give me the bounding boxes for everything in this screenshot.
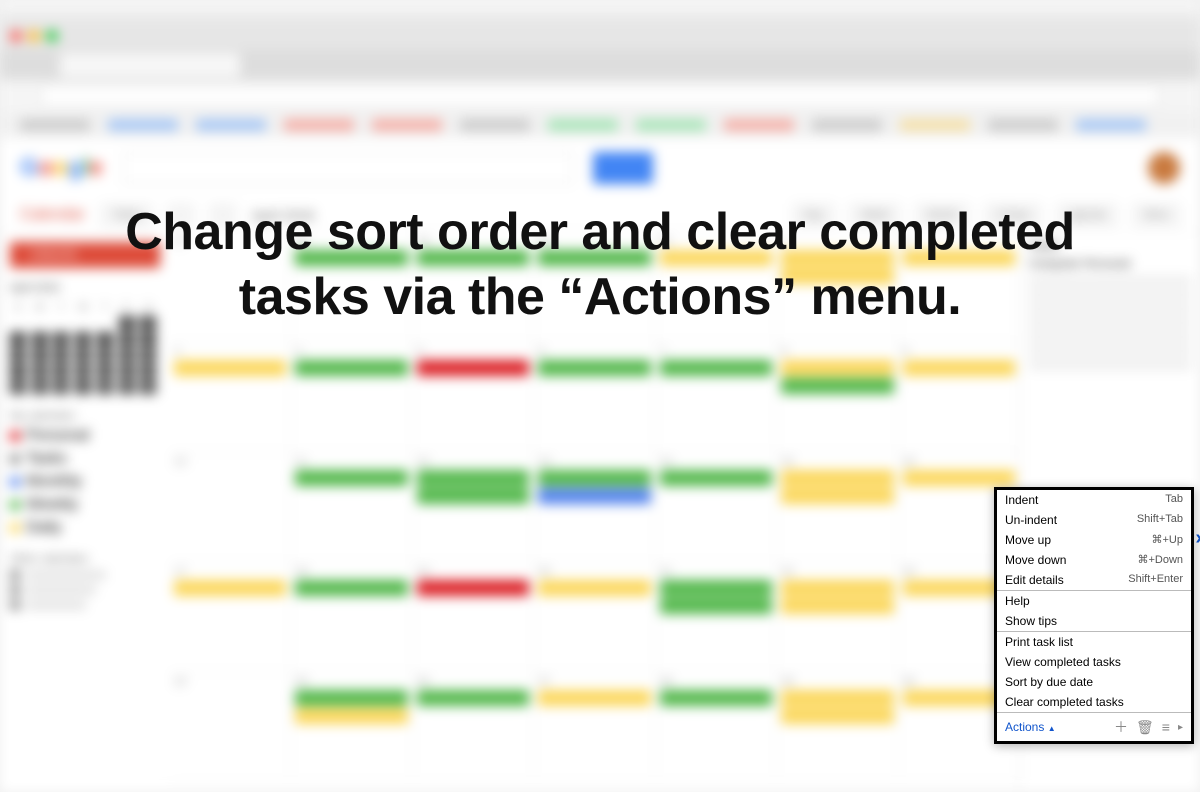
actions-menu-footer: Actions ▲ ＋ 🗑 ≡ ▸ <box>997 712 1191 741</box>
view-week[interactable]: Week <box>850 204 900 226</box>
actions-menu-popup: IndentTabUn-indentShift+TabMove up⌘+UpMo… <box>994 487 1194 744</box>
bookmarks-bar <box>0 112 1200 138</box>
other-calendars-header[interactable]: Other calendars <box>10 553 160 565</box>
view-month[interactable]: Month <box>916 204 969 226</box>
tasks-title: Tasks <box>1029 240 1192 252</box>
my-calendars-header[interactable]: My calendars <box>10 410 160 422</box>
menu-item-help[interactable]: Help <box>997 590 1191 611</box>
browser-tab[interactable] <box>60 53 240 77</box>
os-menubar <box>0 0 1200 22</box>
app-header: Google <box>0 138 1200 198</box>
calendar-item[interactable]: Personal <box>10 427 160 445</box>
tasks-list-name[interactable]: Computer Personal <box>1029 258 1192 270</box>
actions-trigger[interactable]: Actions ▲ <box>1005 720 1056 734</box>
today-button[interactable]: Today <box>101 204 152 226</box>
calendar-item[interactable]: Daily <box>10 519 160 537</box>
create-button[interactable]: CREATE <box>10 242 160 268</box>
browser-tabs <box>0 50 1200 80</box>
menu-item-view-completed-tasks[interactable]: View completed tasks <box>997 652 1191 672</box>
url-bar <box>0 80 1200 112</box>
list-icon[interactable]: ≡ <box>1162 719 1170 735</box>
menu-item-move-up[interactable]: Move up⌘+Up <box>997 530 1191 550</box>
avatar[interactable] <box>1148 152 1180 184</box>
next-slide-icon[interactable]: › <box>1195 527 1200 550</box>
calendar-toolbar: Calendar Today ‹ › April 2016 Day Week M… <box>0 198 1200 232</box>
switch-list-icon[interactable]: ▸ <box>1178 722 1183 733</box>
menu-item-un-indent[interactable]: Un-indentShift+Tab <box>997 510 1191 530</box>
calendar-grid[interactable]: 27 28 29 30 31 1 2 3 4 5 6 7 8 9 10 11 1… <box>170 232 1020 792</box>
search-button[interactable] <box>593 152 653 184</box>
menu-item-sort-by-due-date[interactable]: Sort by due date <box>997 672 1191 692</box>
calendar-item[interactable]: Monthly <box>10 473 160 491</box>
mini-calendar[interactable]: SMTWTFS 12 3456789 10111213141516 171819… <box>10 300 160 394</box>
prev-button[interactable]: ‹ <box>168 204 194 226</box>
add-task-icon[interactable]: ＋ <box>1114 717 1128 737</box>
delete-task-icon[interactable]: 🗑 <box>1136 719 1154 736</box>
more-button[interactable]: More <box>1133 204 1180 226</box>
maximize-icon[interactable] <box>46 30 58 42</box>
close-icon[interactable] <box>10 30 22 42</box>
search-input[interactable] <box>123 152 573 184</box>
menu-item-edit-details[interactable]: Edit detailsShift+Enter <box>997 570 1191 590</box>
next-button[interactable]: › <box>210 204 236 226</box>
menu-item-clear-completed-tasks[interactable]: Clear completed tasks <box>997 692 1191 712</box>
calendar-item[interactable]: Tasks <box>10 450 160 468</box>
view-agenda[interactable]: Agenda <box>1057 204 1117 226</box>
url-input[interactable] <box>40 85 1160 107</box>
menu-item-move-down[interactable]: Move down⌘+Down <box>997 550 1191 570</box>
view-4days[interactable]: 4 Days <box>985 204 1041 226</box>
sidebar: CREATE April 2016 SMTWTFS 12 3456789 101… <box>0 232 170 792</box>
month-label: April 2016 <box>252 207 315 223</box>
window-controls <box>0 22 1200 50</box>
minical-title: April 2016 <box>10 282 160 294</box>
calendar-title: Calendar <box>20 206 85 224</box>
view-day[interactable]: Day <box>793 204 835 226</box>
menu-item-show-tips[interactable]: Show tips <box>997 611 1191 631</box>
minimize-icon[interactable] <box>28 30 40 42</box>
google-logo[interactable]: Google <box>20 154 103 182</box>
calendar-item[interactable]: Weekly <box>10 496 160 514</box>
menu-item-indent[interactable]: IndentTab <box>997 490 1191 510</box>
menu-item-print-task-list[interactable]: Print task list <box>997 631 1191 652</box>
